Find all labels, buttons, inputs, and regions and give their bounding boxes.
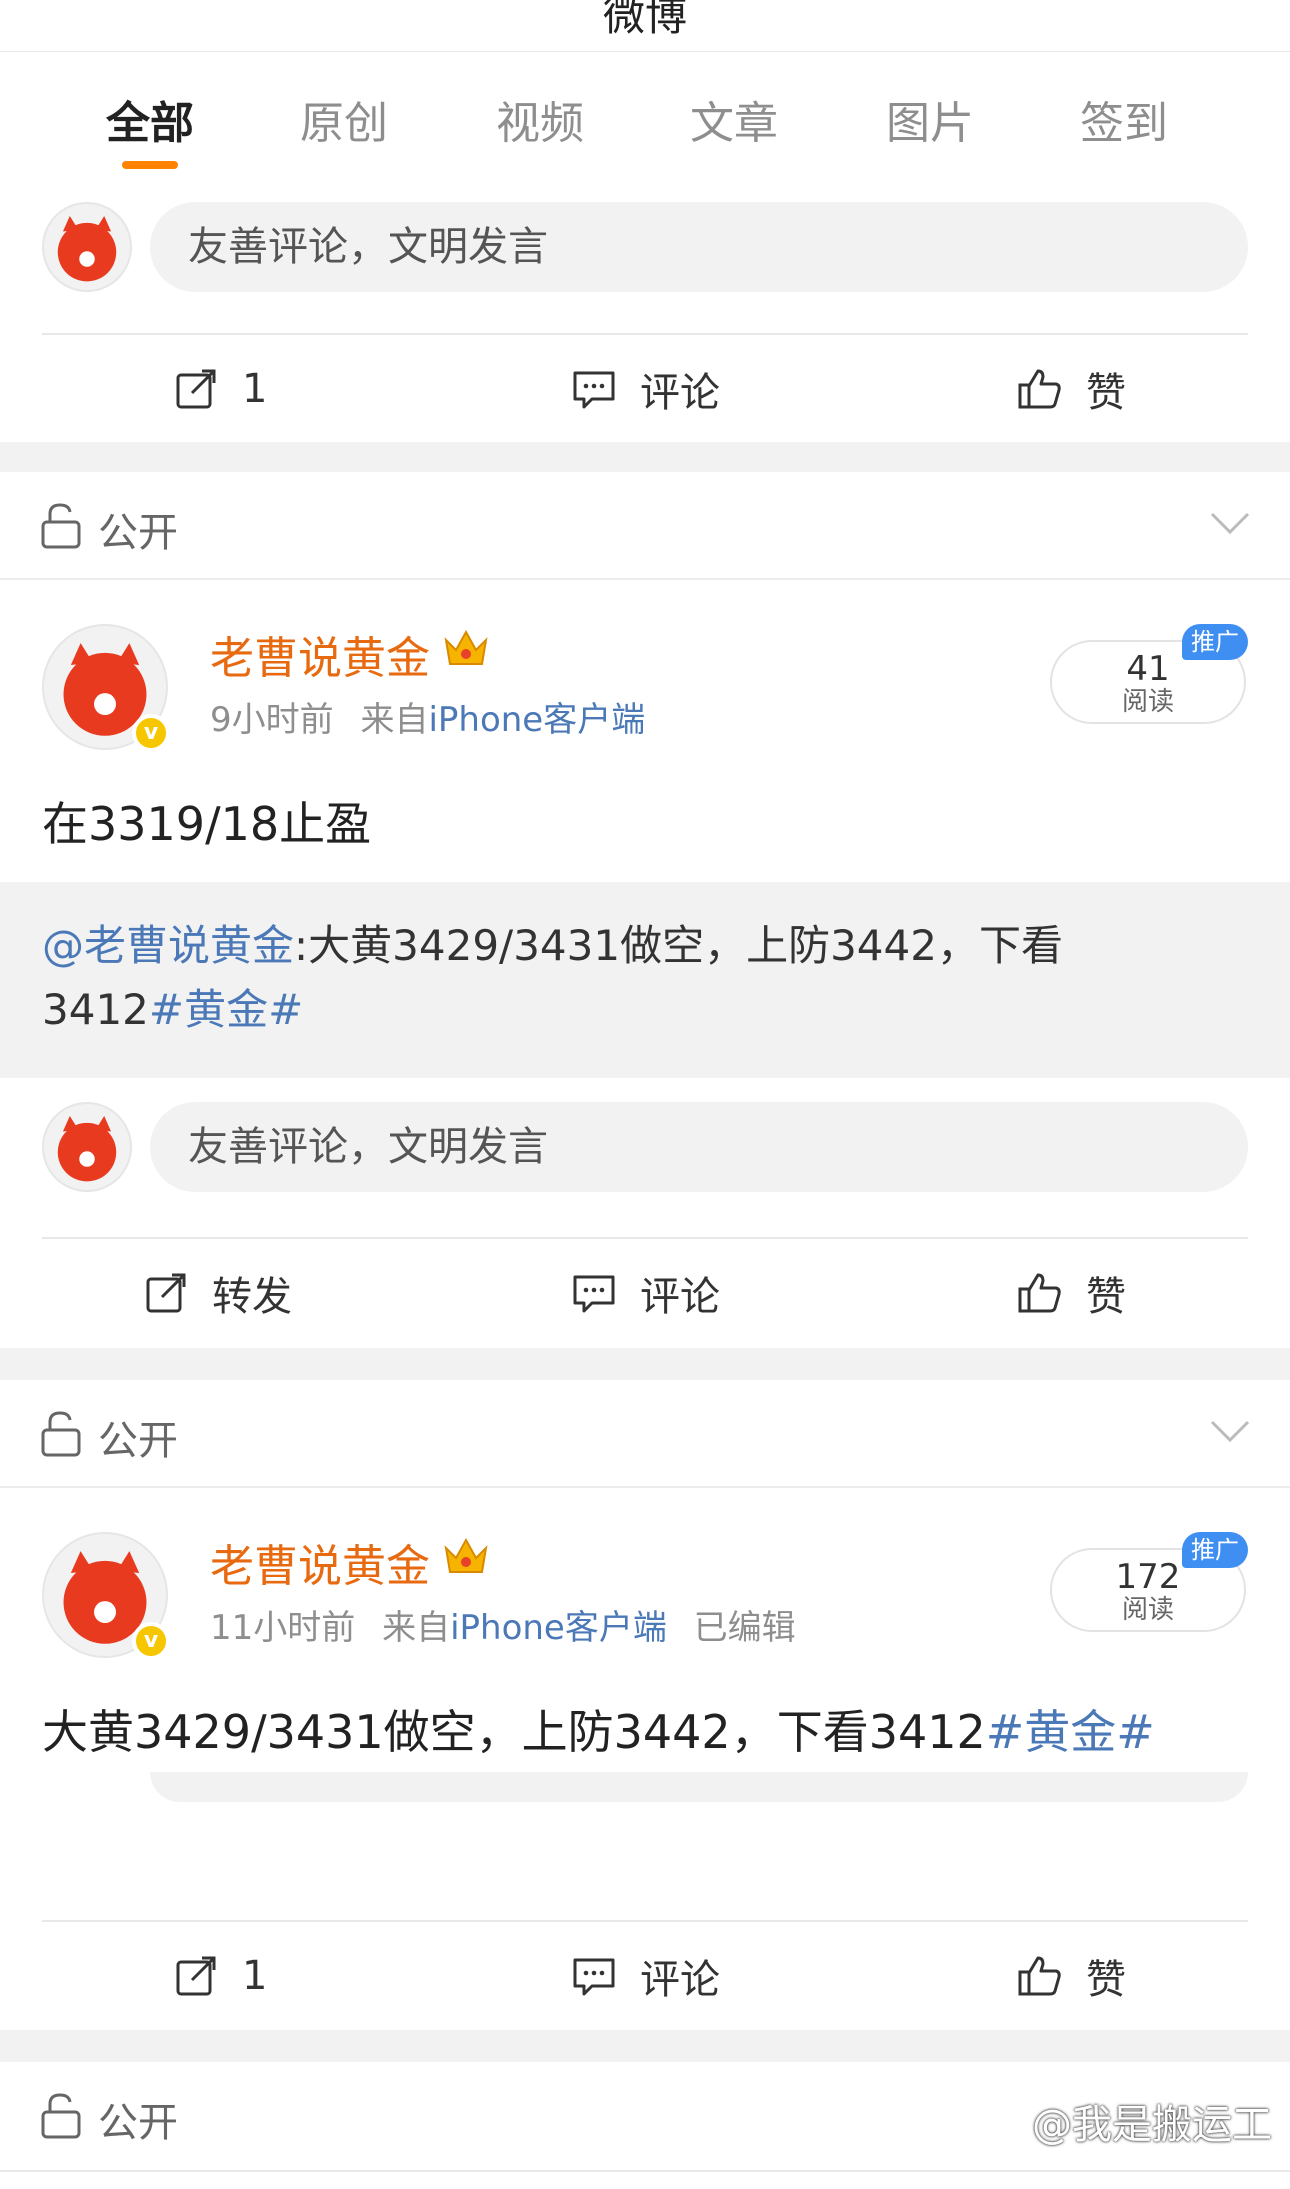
read-label: 阅读 (1121, 1595, 1174, 1625)
comment-button[interactable]: 评论 (570, 1239, 720, 1347)
post-text: 大黄3429/3431做空，上防3442，下看3412#黄金# (42, 1696, 1155, 1762)
chevron-down-icon[interactable] (1208, 508, 1252, 538)
visibility-row[interactable]: 公开 (0, 1380, 1290, 1488)
author-name[interactable]: 老曹说黄金 (210, 1530, 430, 1594)
post-text: 在3319/18止盈 (42, 797, 372, 851)
quoted-post[interactable]: @老曹说黄金:大黄3429/3431做空，上防3442，下看 3412#黄金# (0, 882, 1290, 1078)
edited-label: 已编辑 (693, 1608, 796, 1648)
quote-text: :大黄3429/3431做空，上防3442，下看 (294, 921, 1063, 970)
quote-text-cont: 3412 (42, 985, 149, 1034)
like-button[interactable]: 赞 (1016, 335, 1126, 443)
comment-input[interactable]: 友善评论，文明发言 (150, 1102, 1248, 1192)
action-bar: 转发 评论 赞 (0, 1239, 1290, 1347)
post-hashtag[interactable]: #黄金# (986, 1705, 1155, 1759)
post-source[interactable]: iPhone客户端 (428, 700, 645, 740)
like-label: 赞 (1086, 1274, 1126, 1320)
tab-images[interactable]: 图片 (860, 87, 1000, 151)
unlocked-icon (41, 2093, 81, 2139)
post-footer-previous: 友善评论，文明发言 1 评论 赞 (0, 178, 1290, 442)
post-header: v 老曹说黄金 9小时前 来自iPhone客户端 41 阅读 推广 (0, 580, 1290, 752)
unlocked-icon (41, 1411, 81, 1457)
tab-checkin[interactable]: 签到 (1054, 87, 1194, 151)
comment-button[interactable]: 评论 (570, 335, 720, 443)
post-source[interactable]: iPhone客户端 (450, 1608, 667, 1648)
comment-icon (573, 1275, 615, 1313)
like-label: 赞 (1086, 1957, 1126, 2003)
comment-label: 评论 (640, 1957, 720, 2003)
action-bar: 1 评论 赞 (0, 1922, 1290, 2030)
promote-badge[interactable]: 推广 (1182, 1532, 1248, 1568)
post-time: 11小时前 (210, 1608, 356, 1648)
post-meta: 11小时前 来自iPhone客户端 已编辑 (210, 1600, 796, 1649)
visibility-label: 公开 (98, 510, 178, 556)
unlocked-icon (41, 503, 81, 549)
read-label: 阅读 (1121, 687, 1174, 717)
author-name[interactable]: 老曹说黄金 (210, 622, 430, 686)
like-button[interactable]: 赞 (1016, 1922, 1126, 2030)
repost-button[interactable]: 1 (172, 335, 267, 443)
crown-icon (444, 629, 488, 665)
post-card: 公开 v 老曹说黄金 9小时前 来自iPhone客户端 41 阅读 推广 在33… (0, 472, 1290, 1348)
action-bar: 1 评论 赞 (0, 335, 1290, 443)
page-title: 微博 (602, 0, 687, 40)
tab-video[interactable]: 视频 (470, 87, 610, 151)
like-button[interactable]: 赞 (1016, 1239, 1126, 1347)
comment-icon (573, 1958, 615, 1996)
watermark: @我是搬运工 (1032, 2102, 1272, 2148)
tab-article[interactable]: 文章 (664, 87, 804, 151)
tab-all[interactable]: 全部 (80, 87, 220, 151)
post-card: 公开 v 老曹说黄金 11小时前 来自iPhone客户端 已编辑 172 阅读 … (0, 1380, 1290, 2030)
post-meta: 9小时前 来自iPhone客户端 (210, 692, 645, 741)
repost-icon (176, 1956, 216, 1996)
visibility-row[interactable]: 公开 (0, 472, 1290, 580)
comment-input[interactable]: 友善评论，文明发言 (150, 202, 1248, 292)
crown-icon (444, 1537, 488, 1573)
active-tab-indicator (122, 161, 178, 169)
source-prefix: 来自 (360, 700, 429, 740)
tab-original[interactable]: 原创 (274, 87, 414, 151)
post-body: 大黄3429/3431做空，上防3442，下看3412 (42, 1705, 986, 1759)
comment-label: 评论 (640, 1274, 720, 1320)
post-header: v 老曹说黄金 11小时前 来自iPhone客户端 已编辑 172 阅读 推广 (0, 1488, 1290, 1660)
comment-button[interactable]: 评论 (570, 1922, 720, 2030)
comment-label: 评论 (640, 370, 720, 416)
chevron-down-icon[interactable] (1208, 1416, 1252, 1446)
repost-icon (146, 1273, 186, 1313)
repost-count: 1 (242, 366, 268, 412)
post-time: 9小时前 (210, 700, 334, 740)
divider (0, 2170, 1290, 2172)
thumbs-up-icon (1018, 1273, 1061, 1313)
comment-row: 友善评论，文明发言 (0, 1078, 1290, 1208)
source-prefix: 来自 (382, 1608, 451, 1648)
comment-icon (573, 371, 615, 409)
comment-input-hidden (150, 1772, 1248, 1802)
thumbs-up-icon (1018, 1956, 1061, 1996)
like-label: 赞 (1086, 370, 1126, 416)
avatar (42, 1102, 132, 1192)
repost-icon (176, 369, 216, 409)
verified-badge-icon: v (132, 714, 170, 752)
comment-row: 友善评论，文明发言 (0, 178, 1290, 308)
repost-count: 1 (242, 1953, 268, 1999)
filter-tabs: 全部 原创 视频 文章 图片 签到 (0, 52, 1290, 178)
visibility-label: 公开 (98, 1418, 178, 1464)
visibility-label: 公开 (98, 2100, 178, 2146)
repost-label: 转发 (212, 1274, 292, 1320)
quote-hashtag[interactable]: #黄金# (149, 985, 303, 1034)
verified-badge-icon: v (132, 1622, 170, 1660)
promote-badge[interactable]: 推广 (1182, 624, 1248, 660)
avatar (42, 202, 132, 292)
quote-mention[interactable]: @老曹说黄金 (42, 921, 294, 970)
thumbs-up-icon (1018, 369, 1061, 409)
top-bar: 微博 (0, 0, 1290, 52)
repost-button[interactable]: 1 (172, 1922, 267, 2030)
repost-button[interactable]: 转发 (142, 1239, 292, 1347)
